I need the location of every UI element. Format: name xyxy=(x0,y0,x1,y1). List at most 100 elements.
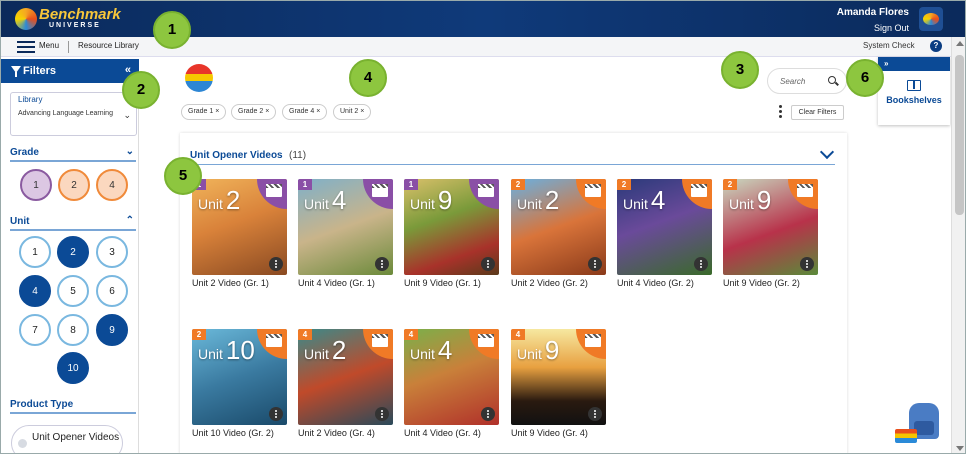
video-clapboard-icon xyxy=(372,334,388,347)
video-clapboard-icon xyxy=(585,334,601,347)
books-stack xyxy=(895,429,917,443)
video-thumbnail[interactable]: 1Unit2 xyxy=(192,179,287,275)
unit-10-filter[interactable]: 10 xyxy=(57,352,89,384)
book-icon xyxy=(907,80,921,91)
avatar[interactable] xyxy=(919,7,943,31)
expand-bookshelves-button[interactable]: » xyxy=(878,57,950,71)
unit-3-filter[interactable]: 3 xyxy=(96,236,128,268)
unit-title: Unit 2 xyxy=(517,185,560,215)
video-thumbnail[interactable]: 2 Unit 10 xyxy=(192,329,287,425)
video-thumbnail[interactable]: 2 Unit 9 xyxy=(723,179,818,275)
filter-chip-unit-2[interactable]: Unit 2 × xyxy=(333,104,372,120)
filters-header: Filters « xyxy=(1,59,139,83)
video-caption[interactable]: Unit 9 Video (Gr. 1) xyxy=(404,277,504,290)
vertical-scrollbar[interactable] xyxy=(951,37,965,453)
video-thumbnail[interactable]: 4 Unit 9 xyxy=(511,329,606,425)
more-options-icon[interactable] xyxy=(481,407,495,421)
video-caption[interactable]: Unit 4 Video (Gr. 2) xyxy=(617,277,717,290)
product-type-section-header[interactable]: Product Type xyxy=(10,399,136,414)
scroll-down-arrow-icon[interactable] xyxy=(956,446,964,451)
chip-label: Unit 2 xyxy=(340,108,359,115)
search-input[interactable]: Search xyxy=(780,77,805,86)
help-icon[interactable]: ? xyxy=(930,40,942,52)
more-options-icon[interactable] xyxy=(375,407,389,421)
product-type-option[interactable]: Unit Opener Videos xyxy=(11,425,123,453)
clear-filters-button[interactable]: Clear Filters xyxy=(791,105,844,120)
more-options-icon[interactable] xyxy=(588,407,602,421)
close-icon[interactable]: × xyxy=(360,108,364,115)
search-box[interactable]: Search xyxy=(767,68,847,94)
callout-marker-3: 3 xyxy=(721,51,759,89)
section-count: (11) xyxy=(289,150,307,161)
video-thumbnail[interactable]: 4 Unit 2 xyxy=(298,329,393,425)
close-icon[interactable]: × xyxy=(265,108,269,115)
more-options-icon[interactable] xyxy=(481,257,495,271)
video-clapboard-icon xyxy=(585,184,601,197)
scroll-up-arrow-icon[interactable] xyxy=(956,41,964,46)
video-thumbnail[interactable]: 1 Unit 9 xyxy=(404,179,499,275)
unit-9-filter[interactable]: 9 xyxy=(96,314,128,346)
video-thumbnail[interactable]: 2 Unit 4 xyxy=(617,179,712,275)
grade-2-filter[interactable]: 2 xyxy=(58,169,90,201)
more-options-icon[interactable] xyxy=(269,257,283,271)
filter-funnel-icon xyxy=(11,66,21,77)
library-label: Library xyxy=(18,95,43,104)
scrollbar-thumb[interactable] xyxy=(955,55,964,215)
grade-4-filter[interactable]: 4 xyxy=(96,169,128,201)
more-options-icon[interactable] xyxy=(779,105,783,120)
bookshelves-label: Bookshelves xyxy=(886,95,942,105)
unit-6-filter[interactable]: 6 xyxy=(96,275,128,307)
close-icon[interactable]: × xyxy=(316,108,320,115)
bookshelves-panel[interactable]: » Bookshelves xyxy=(878,57,950,125)
video-thumbnail[interactable]: 1 Unit 4 xyxy=(298,179,393,275)
callout-marker-2: 2 xyxy=(122,71,160,109)
unit-2-filter[interactable]: 2 xyxy=(57,236,89,268)
more-options-icon[interactable] xyxy=(588,257,602,271)
more-options-icon[interactable] xyxy=(375,257,389,271)
grade-section-header[interactable]: Grade ⌄ xyxy=(10,146,136,162)
callout-marker-6: 6 xyxy=(846,59,884,97)
video-caption[interactable]: Unit 4 Video (Gr. 4) xyxy=(404,427,504,440)
backpack-icon[interactable] xyxy=(895,399,951,449)
filters-title: Filters xyxy=(23,65,57,77)
unit-title: Unit 2 xyxy=(304,335,347,365)
hamburger-menu-icon[interactable] xyxy=(17,41,35,53)
unit-7-filter[interactable]: 7 xyxy=(19,314,51,346)
filter-chip-grade-4[interactable]: Grade 4 × xyxy=(282,104,328,120)
menu-link[interactable]: Menu xyxy=(39,41,59,50)
resource-library-link[interactable]: Resource Library xyxy=(78,41,139,50)
benchmark-logo[interactable]: Benchmark UNIVERSE xyxy=(15,6,125,32)
nav-bar: Menu Resource Library System Check ? xyxy=(1,37,951,57)
search-icon[interactable] xyxy=(828,76,836,84)
more-options-icon[interactable] xyxy=(694,257,708,271)
filter-chip-grade-2[interactable]: Grade 2 × xyxy=(231,104,277,120)
backpack-pocket xyxy=(914,421,934,435)
unit-1-filter[interactable]: 1 xyxy=(19,236,51,268)
sign-out-link[interactable]: Sign Out xyxy=(837,23,909,33)
video-thumbnail[interactable]: 2 Unit 2 xyxy=(511,179,606,275)
more-options-icon[interactable] xyxy=(800,257,814,271)
video-caption[interactable]: Unit 9 Video (Gr. 4) xyxy=(511,427,611,440)
chip-label: Grade 2 xyxy=(238,108,264,115)
video-thumbnail[interactable]: 4 Unit 4 xyxy=(404,329,499,425)
system-check-link[interactable]: System Check xyxy=(863,41,915,50)
unit-4-filter[interactable]: 4 xyxy=(19,275,51,307)
library-value: Advancing Language Learning xyxy=(18,110,113,117)
video-caption[interactable]: Unit 2 Video (Gr. 1) xyxy=(192,277,292,290)
unit-section-header[interactable]: Unit ⌃ xyxy=(10,215,136,231)
unit-8-filter[interactable]: 8 xyxy=(57,314,89,346)
video-caption[interactable]: Unit 10 Video (Gr. 2) xyxy=(192,427,292,440)
video-caption[interactable]: Unit 9 Video (Gr. 2) xyxy=(723,277,823,290)
filter-chip-grade-1[interactable]: Grade 1 × xyxy=(181,104,227,120)
video-caption[interactable]: Unit 2 Video (Gr. 4) xyxy=(298,427,398,440)
grade-1-filter[interactable]: 1 xyxy=(20,169,52,201)
more-options-icon[interactable] xyxy=(269,407,283,421)
video-caption[interactable]: Unit 2 Video (Gr. 2) xyxy=(511,277,611,290)
library-select[interactable]: Library Advancing Language Learning ⌄ xyxy=(10,92,137,136)
close-icon[interactable]: × xyxy=(215,108,219,115)
video-caption[interactable]: Unit 4 Video (Gr. 1) xyxy=(298,277,398,290)
unit-title: Unit 9 xyxy=(729,185,772,215)
section-title: Unit Opener Videos xyxy=(190,150,283,161)
nav-divider xyxy=(68,41,69,53)
unit-5-filter[interactable]: 5 xyxy=(57,275,89,307)
